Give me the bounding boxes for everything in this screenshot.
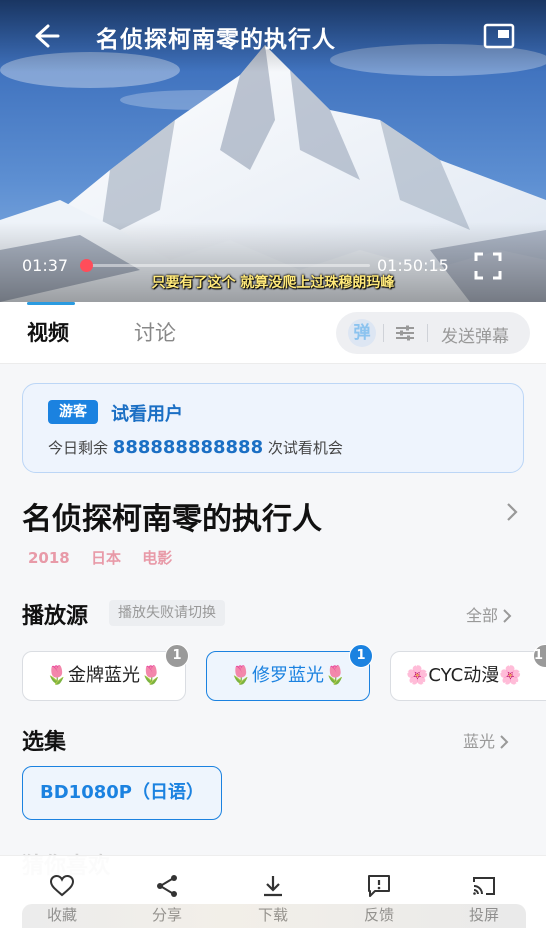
video-detail-page: 名侦探柯南零的执行人 01:37 01:50:15 只要有了这个 就算没爬上过珠… [0,0,546,928]
trial-suffix: 次试看机会 [267,439,343,457]
source-chip-label: 🌷修罗蓝光🌷 [229,665,347,686]
picture-in-picture-icon[interactable] [481,18,517,54]
back-arrow-icon[interactable] [28,18,64,54]
guest-info-card: 游客 试看用户 今日剩余 888888888888 次试看机会 [22,383,524,473]
source-count-badge: 1 [165,644,189,668]
source-chip[interactable]: 🌸CYC动漫🌸 1 [390,644,546,701]
tab-discussion[interactable]: 讨论 [134,317,176,347]
chevron-right-icon[interactable] [502,500,522,524]
sources-section-title: 播放源 [22,604,89,629]
danmaku-controls: 弹 发送弹幕 [336,312,530,354]
cast-icon [473,877,495,895]
progress-knob[interactable] [80,259,93,272]
tab-video[interactable]: 视频 [27,317,69,347]
trial-remaining-text: 今日剩余 888888888888 次试看机会 [48,437,343,458]
tabs-bar: 视频 讨论 弹 发送弹幕 [0,302,546,364]
source-chip-label: 🌷金牌蓝光🌷 [45,665,163,686]
danmaku-settings-icon[interactable] [394,322,416,344]
source-count-badge: 1 [533,644,546,668]
trial-prefix: 今日剩余 [48,439,109,457]
video-title: 名侦探柯南零的执行人 [96,27,336,53]
movie-title[interactable]: 名侦探柯南零的执行人 [22,494,322,538]
source-chip-selected[interactable]: 🌷修罗蓝光🌷 1 [206,644,373,701]
chevron-right-icon [500,735,509,749]
sources-all-link[interactable]: 全部 [466,602,512,626]
progress-bar[interactable] [82,264,370,267]
trial-count: 888888888888 [112,437,264,458]
share-icon [157,875,177,897]
send-danmaku-input[interactable]: 发送弹幕 [441,322,509,347]
tab-active-indicator [27,302,75,305]
movie-meta: 2018 日本 电影 [28,547,188,568]
chevron-right-icon [503,609,512,623]
source-chip[interactable]: 🌷金牌蓝光🌷 1 [22,644,189,701]
divider [383,324,384,342]
guest-badge: 游客 [48,400,98,424]
video-player[interactable]: 名侦探柯南零的执行人 01:37 01:50:15 只要有了这个 就算没爬上过珠… [0,0,546,302]
source-count-badge: 1 [349,644,373,668]
guest-title: 试看用户 [111,404,183,425]
danmaku-toggle-button[interactable]: 弹 [348,319,376,347]
feedback-icon [368,875,390,897]
sources-all-label: 全部 [466,606,499,625]
episodes-section-title: 选集 [22,730,67,755]
episode-chip-selected[interactable]: BD1080P（日语） [22,766,222,820]
download-icon [264,876,282,897]
heart-icon [49,874,75,897]
divider [427,324,428,342]
episodes-quality-link[interactable]: 蓝光 [463,728,509,752]
meta-type: 电影 [142,549,173,567]
video-subtitle: 只要有了这个 就算没爬上过珠穆朗玛峰 [151,275,395,291]
meta-year: 2018 [28,549,70,567]
quality-label: 蓝光 [463,732,496,751]
recommendation-thumbnail-peek [22,904,526,928]
meta-region: 日本 [90,549,121,567]
source-switch-hint: 播放失败请切换 [109,600,225,626]
source-chip-label: 🌸CYC动漫🌸 [406,665,522,686]
